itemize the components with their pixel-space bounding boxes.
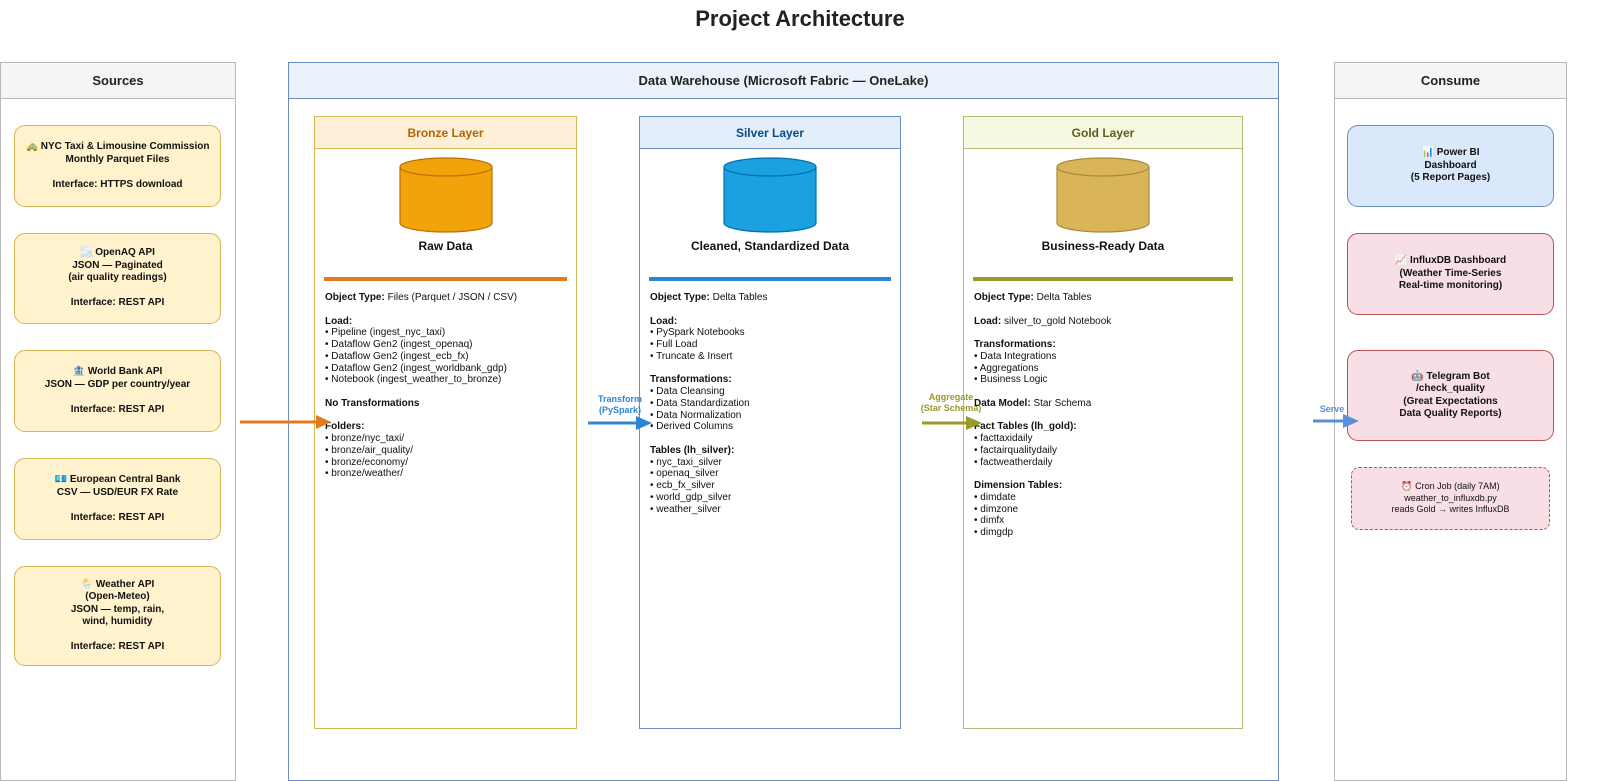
- transform-arrow: [588, 416, 652, 430]
- serve-arrow: [1313, 414, 1359, 428]
- serve-label: Serve: [1319, 404, 1345, 414]
- aggregate-arrow: [922, 416, 982, 430]
- ingest-arrow: [240, 415, 331, 429]
- flow-arrows: [240, 414, 1359, 430]
- aggregate-label: Aggregate (Star Schema): [920, 392, 982, 413]
- transform-label: Transform (PySpark): [597, 394, 642, 415]
